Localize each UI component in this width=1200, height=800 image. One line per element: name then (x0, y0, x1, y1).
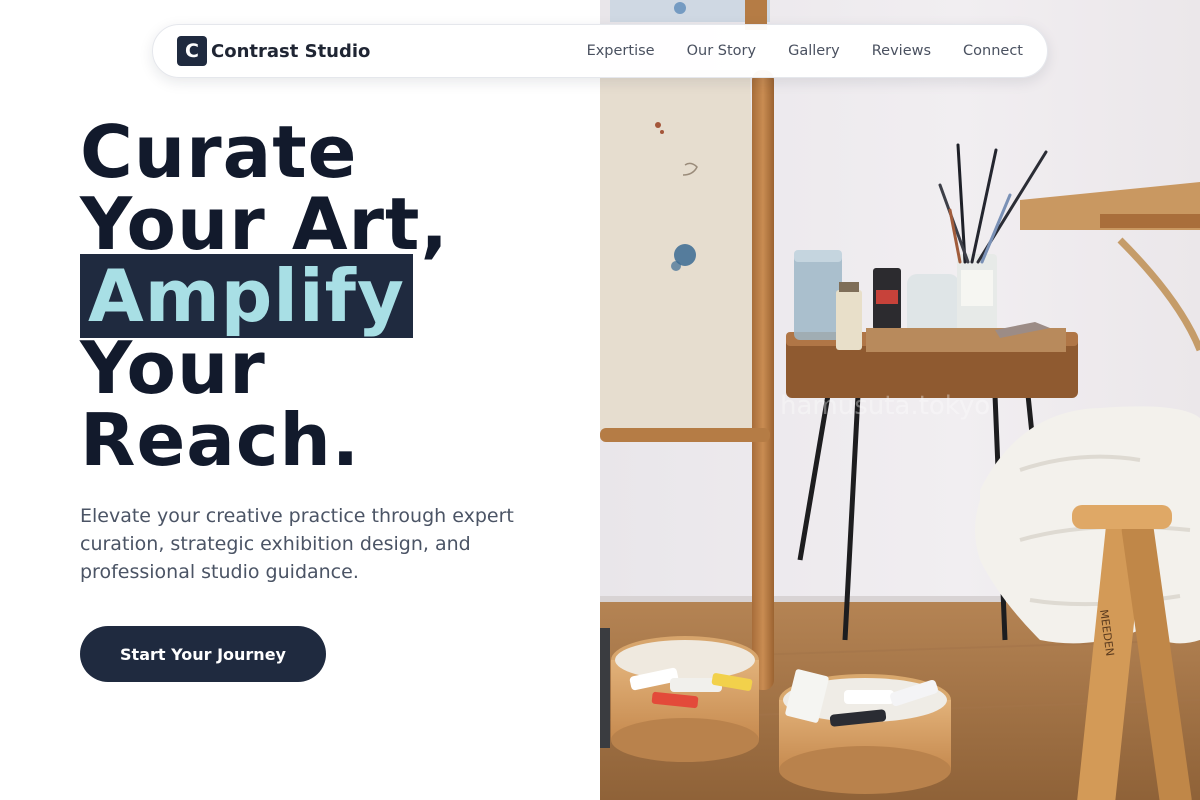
nav-link-our-story[interactable]: Our Story (687, 43, 756, 59)
headline-line-4: Your (80, 326, 266, 410)
start-journey-button[interactable]: Start Your Journey (80, 626, 326, 682)
watermark-text: hamusuta.tokyo (780, 391, 990, 421)
brand-home-link[interactable]: C Contrast Studio (177, 36, 370, 66)
headline-line-5: Reach. (80, 398, 361, 482)
hero-photo: MEEDEN hamusuta.tokyo (600, 0, 1200, 800)
headline-line-3: Amplify (80, 254, 449, 338)
nav-link-connect[interactable]: Connect (963, 43, 1023, 59)
hero-headline: Curate Your Art, Amplify Your Reach. (80, 116, 449, 476)
headline-line-2: Your Art, (80, 182, 449, 266)
nav-link-gallery[interactable]: Gallery (788, 43, 840, 59)
brand-name: Contrast Studio (211, 40, 371, 62)
nav-link-reviews[interactable]: Reviews (872, 43, 931, 59)
nav-links: Expertise Our Story Gallery Reviews Conn… (587, 43, 1023, 59)
hero-subtitle: Elevate your creative practice through e… (80, 505, 514, 583)
brand-logo-icon: C (177, 36, 207, 66)
top-navigation: C Contrast Studio Expertise Our Story Ga… (152, 24, 1048, 78)
nav-link-expertise[interactable]: Expertise (587, 43, 655, 59)
headline-line-1: Curate (80, 110, 358, 194)
